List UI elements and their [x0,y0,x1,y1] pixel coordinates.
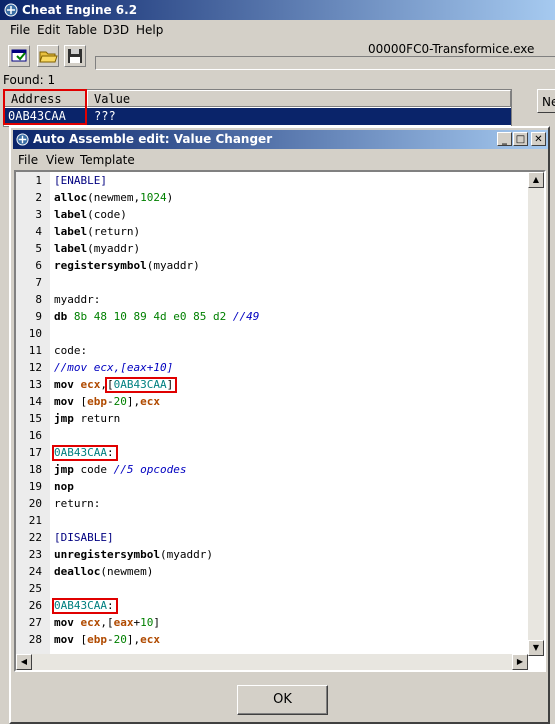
line-number: 6 [35,259,42,272]
line-number: 4 [35,225,42,238]
select-process-button[interactable] [8,45,30,67]
highlight-box [3,89,87,125]
scroll-up-button[interactable]: ▲ [528,172,544,188]
scroll-left-button[interactable]: ◀ [16,654,32,670]
progress-bar [95,56,555,70]
maximize-button[interactable]: □ [513,132,528,146]
code-line: code: [54,344,88,357]
new-scan-button[interactable]: Ne [537,89,555,113]
line-number: 18 [28,463,42,476]
line-number: 9 [35,310,42,323]
line-number: 28 [28,633,42,646]
dialog-menu-template[interactable]: Template [80,153,135,167]
open-button[interactable] [37,45,59,67]
line-number: 22 [28,531,42,544]
line-number: 3 [35,208,42,221]
line-number: 17 [28,446,42,459]
minimize-button[interactable]: _ [497,132,512,146]
code-line: jmp return [54,412,121,425]
code-line: myaddr: [54,293,101,306]
line-number: 20 [28,497,42,510]
menu-edit[interactable]: Edit [37,23,60,37]
code-line: [DISABLE] [54,531,114,544]
save-disk-icon [68,49,82,63]
ok-button[interactable]: OK [237,685,328,715]
dialog-title: Auto Assemble edit: Value Changer [33,132,273,146]
menu-file[interactable]: File [10,23,30,37]
line-number: 12 [28,361,42,374]
process-name: 00000FC0-Transformice.exe [368,42,535,56]
scroll-right-button[interactable]: ▶ [512,654,528,670]
cheat-engine-icon [16,133,29,146]
code-line: nop [54,480,74,493]
scroll-down-button[interactable]: ▼ [528,640,544,656]
line-number: 2 [35,191,42,204]
dialog-menu-bar: File View Template [11,150,548,168]
main-title-bar: Cheat Engine 6.2 [0,0,555,20]
cheat-engine-icon [4,3,18,17]
code-editor[interactable]: 1 2 3 4 5 6 7 8 9 10 11 12 13 14 15 16 17 18 19 20 21 22 23 24 2… [14,170,546,672]
line-number: 1 [35,174,42,187]
dialog-title-bar: Auto Assemble edit: Value Changer _ □ ✕ [13,130,548,149]
line-number: 15 [28,412,42,425]
row-value: ??? [94,109,116,123]
save-button[interactable] [64,45,86,67]
line-number: 24 [28,565,42,578]
line-number-gutter: 1 2 3 4 5 6 7 8 9 10 11 12 13 14 15 16 17 18 19 20 21 22 23 24 2… [16,172,50,656]
minimize-icon: _ [502,134,507,145]
code-line: label(myaddr) [54,242,141,255]
code-line: //mov ecx,[eax+10] [54,361,174,374]
code-line: db 8b 48 10 89 4d e0 85 d2 //49 [54,310,260,323]
horizontal-scrollbar[interactable]: ◀ ▶ [16,654,528,670]
code-line: label(code) [54,208,127,221]
line-number: 25 [28,582,42,595]
main-menu-bar: File Edit Table D3D Help [0,20,555,40]
line-number: 26 [28,599,42,612]
maximize-icon: □ [515,134,526,145]
code-line: [ENABLE] [54,174,107,187]
line-number: 27 [28,616,42,629]
line-number: 8 [35,293,42,306]
auto-assemble-dialog: Auto Assemble edit: Value Changer _ □ ✕ … [9,126,550,724]
line-number: 16 [28,429,42,442]
open-folder-icon [39,51,58,63]
line-number: 10 [28,327,42,340]
line-number: 14 [28,395,42,408]
line-number: 5 [35,242,42,255]
menu-table[interactable]: Table [66,23,97,37]
code-line: mov ecx,[eax+10] [54,616,160,629]
code-line: label(return) [54,225,141,238]
select-process-icon [11,49,27,62]
main-title: Cheat Engine 6.2 [22,3,138,17]
line-number: 23 [28,548,42,561]
highlight-box [52,445,118,461]
highlight-box [52,598,118,614]
close-button[interactable]: ✕ [531,132,546,146]
code-line: registersymbol(myaddr) [54,259,200,272]
close-icon: ✕ [534,134,543,145]
line-number: 13 [28,378,42,391]
menu-d3d[interactable]: D3D [103,23,129,37]
code-line: mov [ebp-20],ecx [54,633,160,646]
found-count: Found: 1 [3,73,56,87]
line-number: 11 [28,344,42,357]
line-number: 19 [28,480,42,493]
code-line: mov [ebp-20],ecx [54,395,160,408]
vertical-scrollbar[interactable]: ▲ ▼ [528,172,544,656]
column-header-value[interactable]: Value [87,90,511,107]
code-line: unregistersymbol(myaddr) [54,548,213,561]
dialog-menu-view[interactable]: View [46,153,74,167]
menu-help[interactable]: Help [136,23,163,37]
code-line: return: [54,497,101,510]
line-number: 7 [35,276,42,289]
code-line: dealloc(newmem) [54,565,154,578]
highlight-box [104,377,178,393]
line-number: 21 [28,514,42,527]
dialog-menu-file[interactable]: File [18,153,38,167]
code-line: jmp code //5 opcodes [54,463,187,476]
code-line: alloc(newmem,1024) [54,191,174,204]
